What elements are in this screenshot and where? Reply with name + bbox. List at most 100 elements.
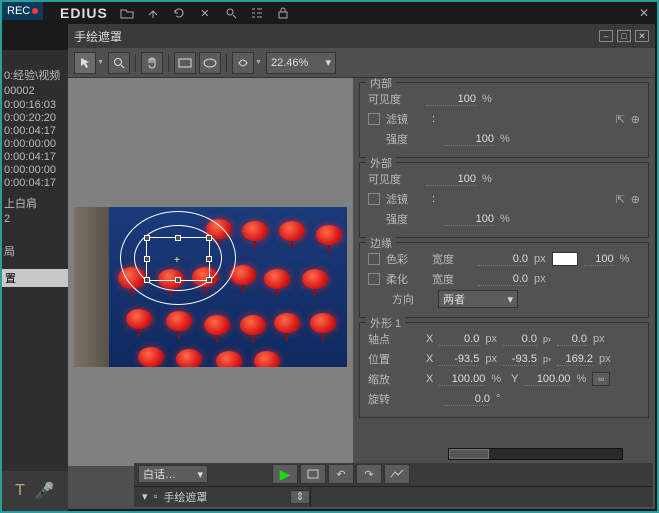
filter-label: 滤镜 <box>386 111 426 127</box>
resize-handle[interactable] <box>175 277 181 283</box>
pen-tool[interactable] <box>232 52 254 74</box>
expand-button[interactable]: ⇕ <box>290 490 310 504</box>
width-label: 宽度 <box>432 271 472 287</box>
zoom-dropdown[interactable]: 22.46%▾ <box>266 52 336 74</box>
filter-checkbox[interactable] <box>368 193 380 205</box>
rec-label: REC <box>7 5 30 17</box>
link-scale-button[interactable]: ∞ <box>592 372 610 386</box>
direction-value: 两者 <box>443 291 465 307</box>
graph-button[interactable] <box>384 464 410 484</box>
opacity-value[interactable]: 100 <box>584 253 614 266</box>
list-icon[interactable] <box>248 4 266 22</box>
properties-panel: 内部 可见度100% 滤镜: ⇱⊕ 强度100% 外部 可见度100% 滤镜: … <box>353 78 655 466</box>
text-tool-icon[interactable]: T <box>15 482 25 500</box>
play-icon: ▶ <box>280 466 291 483</box>
arrow-dropdown-icon[interactable]: ▼ <box>97 59 105 66</box>
minimize-button[interactable]: – <box>599 30 613 42</box>
mode-dropdown[interactable]: 白话…▾ <box>138 465 208 483</box>
resize-handle[interactable] <box>144 277 150 283</box>
pen-dropdown-icon[interactable]: ▼ <box>255 59 263 66</box>
ellipse-tool[interactable] <box>199 52 221 74</box>
preview-canvas[interactable]: + <box>74 207 347 367</box>
folder-icon[interactable] <box>118 4 136 22</box>
width-value[interactable]: 0.0 <box>478 253 528 266</box>
timecode: 0:00:00:00 <box>4 138 68 150</box>
visibility-value[interactable]: 100 <box>426 173 476 186</box>
app-close-icon[interactable]: ✕ <box>639 6 649 20</box>
sidebar-item[interactable]: 局 <box>4 243 68 259</box>
center-cross-icon: + <box>174 255 182 263</box>
timecode: 0:00:04:17 <box>4 177 68 189</box>
scale-y[interactable]: 100.00 <box>524 373 570 386</box>
hand-tool[interactable] <box>141 52 163 74</box>
width-value[interactable]: 0.0 <box>478 273 528 286</box>
direction-dropdown[interactable]: 两者▾ <box>438 290 518 308</box>
resize-handle[interactable] <box>144 256 150 262</box>
edge-group: 边缘 色彩宽度0.0px100% 柔化宽度0.0px 方向两者▾ <box>359 242 649 318</box>
link-icon[interactable]: ⊕ <box>631 113 640 126</box>
play-button[interactable]: ▶ <box>272 464 298 484</box>
strength-value[interactable]: 100 <box>444 133 494 146</box>
visibility-value[interactable]: 100 <box>426 93 476 106</box>
group-value: 2 <box>4 213 68 225</box>
group-legend: 边缘 <box>366 235 396 251</box>
track-header[interactable]: ▾ ▫ 手绘遮罩 ⇕ <box>134 489 310 505</box>
resize-handle[interactable] <box>206 235 212 241</box>
resize-handle[interactable] <box>144 235 150 241</box>
color-swatch[interactable] <box>552 252 578 266</box>
zoom-tool[interactable] <box>108 52 130 74</box>
maximize-button[interactable]: □ <box>617 30 631 42</box>
track-row: ▾ ▫ 手绘遮罩 ⇕ <box>134 486 653 507</box>
arrow-tool[interactable] <box>74 52 96 74</box>
app-title-bar: EDIUS ✕ <box>60 4 292 22</box>
strength-value[interactable]: 100 <box>444 213 494 226</box>
up-icon[interactable] <box>144 4 162 22</box>
pos-y[interactable]: -93.5 <box>503 353 537 366</box>
timecode: 0:00:00:00 <box>4 164 68 176</box>
prev-button[interactable]: ↶ <box>328 464 354 484</box>
chevron-down-icon: ▾ <box>142 490 148 503</box>
loop-button[interactable] <box>300 464 326 484</box>
selection-bbox[interactable]: + <box>146 237 210 281</box>
chevron-down-icon: ▾ <box>197 468 203 481</box>
inner-group: 内部 可见度100% 滤镜: ⇱⊕ 强度100% <box>359 82 649 158</box>
app-toolbar: ✕ <box>118 4 292 22</box>
resize-handle[interactable] <box>206 256 212 262</box>
rotation-value[interactable]: 0.0 <box>444 393 490 406</box>
export-icon[interactable]: ⇱ <box>616 113 625 126</box>
pos-x[interactable]: -93.5 <box>439 353 479 366</box>
pivot-p[interactable]: 0.0 <box>557 333 587 346</box>
window-controls: – □ ✕ <box>599 30 649 42</box>
soft-label: 柔化 <box>386 271 426 287</box>
shape-group: 外形 1 轴点X0.0px0.0p›0.0px 位置X-93.5px-93.5p… <box>359 322 649 418</box>
sidebar-item-selected[interactable]: 置 <box>2 269 68 287</box>
mic-tool-icon[interactable]: 🎤 <box>35 481 55 501</box>
next-button[interactable]: ↷ <box>356 464 382 484</box>
close-button[interactable]: ✕ <box>635 30 649 42</box>
filter-checkbox[interactable] <box>368 113 380 125</box>
soft-checkbox[interactable] <box>368 273 380 285</box>
timecode: 0:00:04:17 <box>4 125 68 137</box>
pivot-x[interactable]: 0.0 <box>439 333 479 346</box>
link-icon[interactable]: ⊕ <box>631 193 640 206</box>
position-label: 位置 <box>368 351 420 367</box>
filter-colon: : <box>432 113 435 125</box>
preview-pane[interactable]: + <box>68 78 353 466</box>
cut-icon[interactable]: ✕ <box>196 4 214 22</box>
track-lane[interactable] <box>310 487 653 507</box>
export-icon[interactable]: ⇱ <box>616 193 625 206</box>
color-checkbox[interactable] <box>368 253 380 265</box>
search-icon[interactable] <box>222 4 240 22</box>
pos-p[interactable]: 169.2 <box>557 353 593 366</box>
lock-icon[interactable] <box>274 4 292 22</box>
resize-handle[interactable] <box>206 277 212 283</box>
scale-x[interactable]: 100.00 <box>439 373 485 386</box>
timeline-scrollbar[interactable] <box>448 448 623 460</box>
rect-tool[interactable] <box>174 52 196 74</box>
strength-label: 强度 <box>386 211 438 227</box>
resize-handle[interactable] <box>175 235 181 241</box>
scrollbar-thumb[interactable] <box>449 449 489 459</box>
pivot-y[interactable]: 0.0 <box>503 333 537 346</box>
refresh-icon[interactable] <box>170 4 188 22</box>
pct-unit: % <box>482 93 492 105</box>
